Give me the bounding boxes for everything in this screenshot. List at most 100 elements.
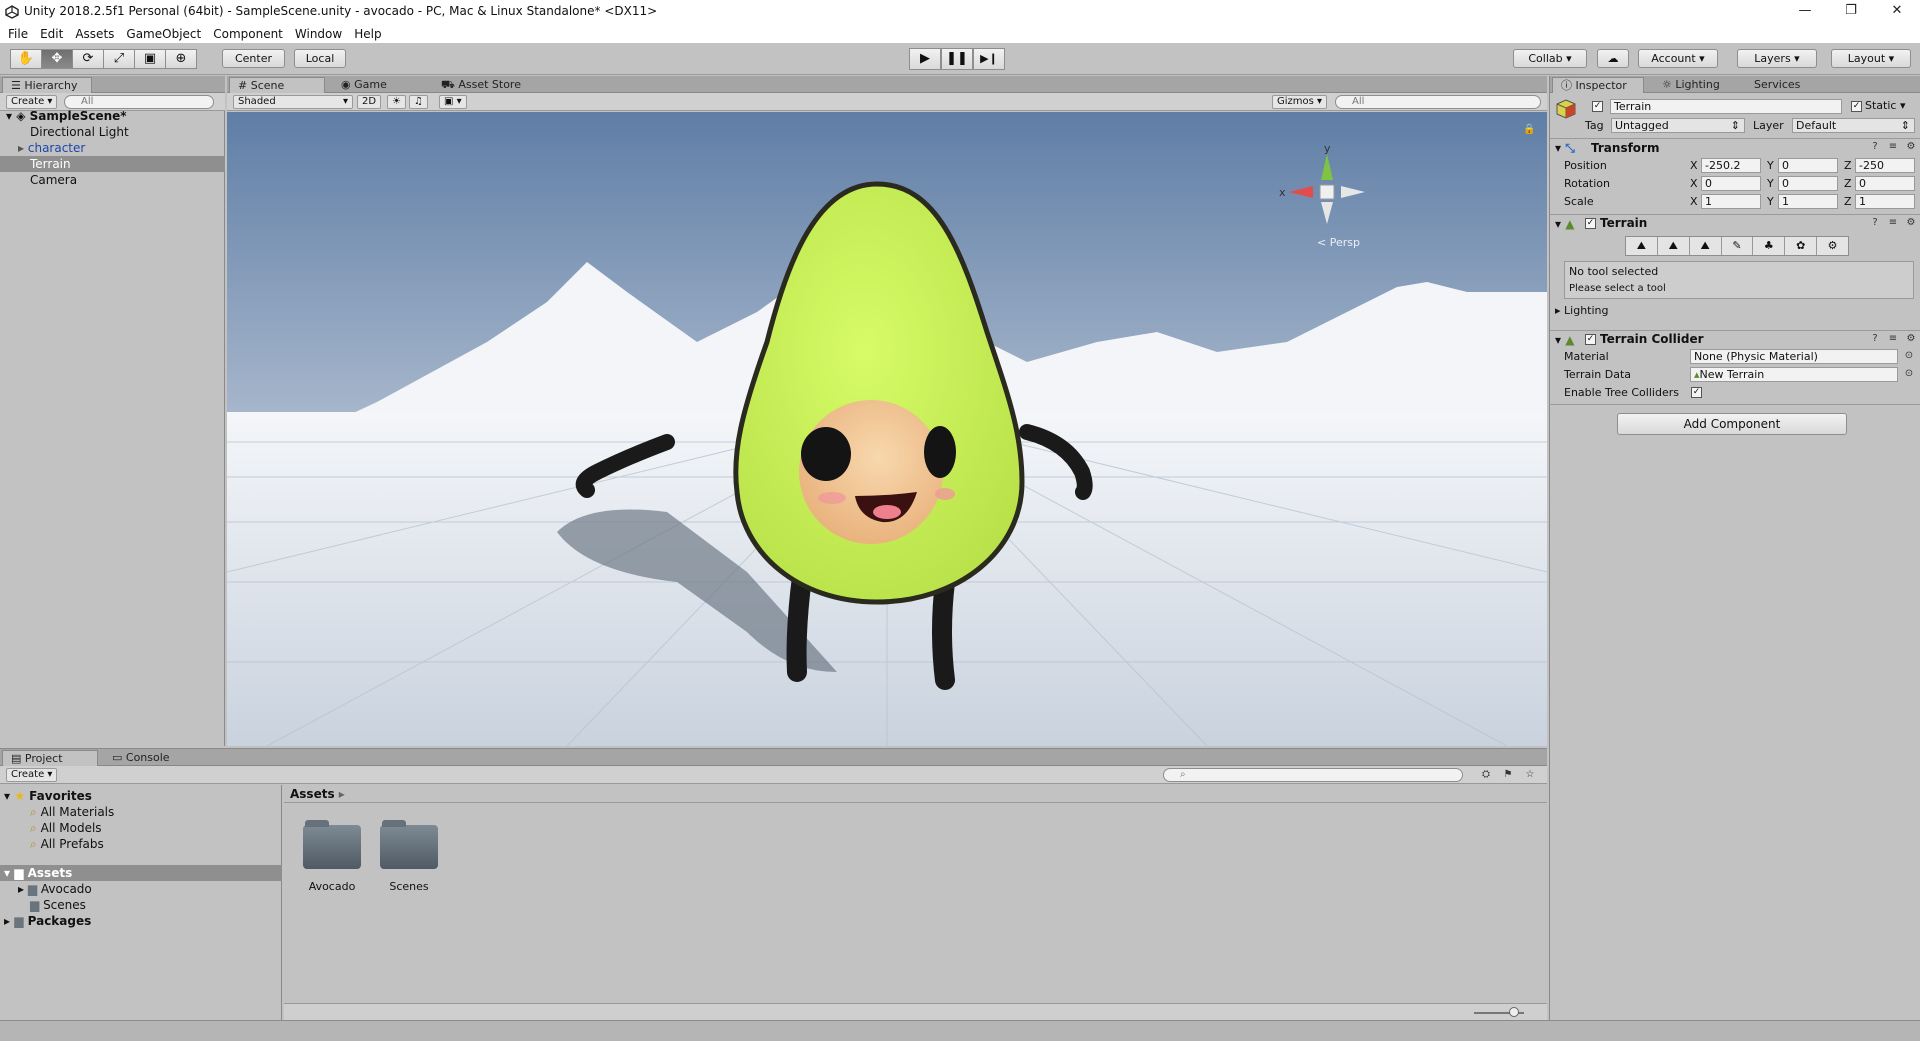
scene-viewport[interactable]: y x < Persp 🔒 [227,112,1547,746]
object-name-field[interactable]: Terrain [1610,99,1842,114]
material-object-field[interactable]: None (Physic Material) [1690,349,1898,364]
rotation-z-field[interactable]: 0 [1855,176,1915,191]
terrain-enabled-checkbox[interactable]: ✓ [1585,218,1596,229]
position-y-field[interactable]: 0 [1778,158,1838,173]
audio-toggle-icon[interactable]: ♫ [409,95,428,109]
layer-dropdown[interactable]: Default ⇕ [1792,118,1915,133]
hierarchy-item-selected[interactable]: Terrain [0,156,225,172]
gear-icon[interactable]: ⚙ [1905,217,1917,229]
packages-root[interactable]: ▸ ▆ Packages [0,913,282,929]
menu-assets[interactable]: Assets [69,25,120,43]
scene-root[interactable]: ▾ ◈ SampleScene* [0,108,225,124]
hierarchy-search-input[interactable]: All [64,95,214,109]
pivot-local-button[interactable]: Local [294,49,346,68]
minimize-button[interactable]: — [1782,0,1828,25]
scale-tool-icon[interactable]: ⤢ [103,49,135,69]
rect-tool-icon[interactable]: ▣ [134,49,166,69]
effects-dropdown-icon[interactable]: ▣ ▾ [439,95,467,109]
menu-component[interactable]: Component [207,25,289,43]
object-picker-icon[interactable]: ⊙ [1903,368,1915,380]
static-dropdown[interactable]: Static ▾ [1865,99,1905,112]
menu-edit[interactable]: Edit [34,25,69,43]
pause-button[interactable]: ❚❚ [941,48,973,70]
favorites-root[interactable]: ▾ ★ Favorites [0,788,282,804]
shading-mode-dropdown[interactable]: Shaded ▾ [233,95,353,109]
close-button[interactable]: ✕ [1874,0,1920,25]
asset-folder-item[interactable]: ▸ ▆ Avocado [0,881,282,897]
object-picker-icon[interactable]: ⊙ [1903,350,1915,362]
favorite-item[interactable]: ⌕ All Models [0,820,282,836]
active-checkbox[interactable]: ✓ [1592,101,1603,112]
scale-x-field[interactable]: 1 [1701,194,1761,209]
raise-terrain-icon[interactable]: ⛰ [1626,237,1658,255]
help-icon[interactable]: ? [1869,217,1881,229]
favorite-item[interactable]: ⌕ All Materials [0,804,282,820]
assets-root-selected[interactable]: ▾ ▆ Assets [0,865,282,881]
breadcrumb-assets[interactable]: Assets [290,787,335,801]
filter-type-icon[interactable]: ⛭ [1480,769,1492,781]
terrain-collider-enabled-checkbox[interactable]: ✓ [1585,334,1596,345]
hierarchy-item[interactable]: Directional Light [0,124,225,140]
hierarchy-item-character[interactable]: ▸ character [0,140,225,156]
static-checkbox[interactable]: ✓ [1851,101,1862,112]
play-button[interactable]: ▶ [909,48,941,70]
hierarchy-create-button[interactable]: Create ▾ [6,95,58,109]
scale-z-field[interactable]: 1 [1855,194,1915,209]
place-trees-icon[interactable]: ♣ [1753,237,1786,255]
asset-folder-item[interactable]: ▆ Scenes [0,897,282,913]
enable-tree-colliders-checkbox[interactable]: ✓ [1691,387,1702,398]
layers-dropdown[interactable]: Layers ▾ [1737,49,1817,68]
pivot-center-button[interactable]: Center [222,49,285,68]
tab-asset-store[interactable]: ⛟ Asset Store [433,77,543,93]
move-tool-icon[interactable]: ✥ [41,49,73,69]
layout-dropdown[interactable]: Layout ▾ [1831,49,1911,68]
menu-file[interactable]: File [0,25,34,43]
rotation-y-field[interactable]: 0 [1778,176,1838,191]
project-search-input[interactable]: ⌕ [1163,768,1463,782]
expand-arrow-icon[interactable]: ▸ [18,141,24,155]
help-icon[interactable]: ? [1869,333,1881,345]
menu-window[interactable]: Window [289,25,348,43]
terrain-lighting-foldout[interactable]: ▸ Lighting [1555,304,1609,317]
terrain-data-field[interactable]: ▴New Terrain [1690,367,1898,382]
rotate-tool-icon[interactable]: ⟳ [72,49,104,69]
project-create-button[interactable]: Create ▾ [6,768,58,782]
rotation-x-field[interactable]: 0 [1701,176,1761,191]
scale-y-field[interactable]: 1 [1778,194,1838,209]
transform-header[interactable]: ▾ ⤡ Transform [1550,138,1920,156]
menu-help[interactable]: Help [348,25,387,43]
slider-thumb[interactable] [1509,1007,1519,1017]
collab-dropdown[interactable]: Collab ▾ [1513,49,1587,68]
tag-dropdown[interactable]: Untagged ⇕ [1611,118,1745,133]
lighting-toggle-icon[interactable]: ☀ [387,95,406,109]
step-button[interactable]: ▶❙ [973,48,1005,70]
tab-project[interactable]: ▤ Project [2,750,98,766]
paint-details-icon[interactable]: ✿ [1785,237,1818,255]
folder-icon[interactable] [303,820,361,869]
tab-console[interactable]: ▭ Console [104,750,184,766]
hand-tool-icon[interactable]: ✋ [10,49,42,69]
transform-tool-icon[interactable]: ⊕ [165,49,197,69]
gear-icon[interactable]: ⚙ [1905,141,1917,153]
preset-icon[interactable]: ≡ [1887,141,1899,153]
account-dropdown[interactable]: Account ▾ [1638,49,1718,68]
tab-lighting[interactable]: ☼ Lighting [1654,77,1734,93]
favorite-star-icon[interactable]: ☆ [1524,769,1536,781]
add-component-button[interactable]: Add Component [1617,413,1847,435]
persp-label[interactable]: < Persp [1317,236,1360,249]
lock-icon[interactable]: 🔒 [1523,123,1535,135]
help-icon[interactable]: ? [1869,141,1881,153]
smooth-height-icon[interactable]: ⛰ [1690,237,1722,255]
restore-button[interactable]: ❐ [1828,0,1874,25]
paint-height-icon[interactable]: ⛰ [1658,237,1690,255]
tab-hierarchy[interactable]: ☰ Hierarchy [2,77,92,93]
folder-icon[interactable] [380,820,438,869]
tab-inspector[interactable]: ⓘ Inspector [1552,77,1644,93]
gear-icon[interactable]: ⚙ [1905,333,1917,345]
position-x-field[interactable]: -250.2 [1701,158,1761,173]
favorite-item[interactable]: ⌕ All Prefabs [0,836,282,852]
paint-texture-icon[interactable]: ✎ [1722,237,1754,255]
tab-game[interactable]: ◉ Game [333,77,413,93]
menu-gameobject[interactable]: GameObject [120,25,207,43]
terrain-settings-icon[interactable]: ⚙ [1817,237,1848,255]
